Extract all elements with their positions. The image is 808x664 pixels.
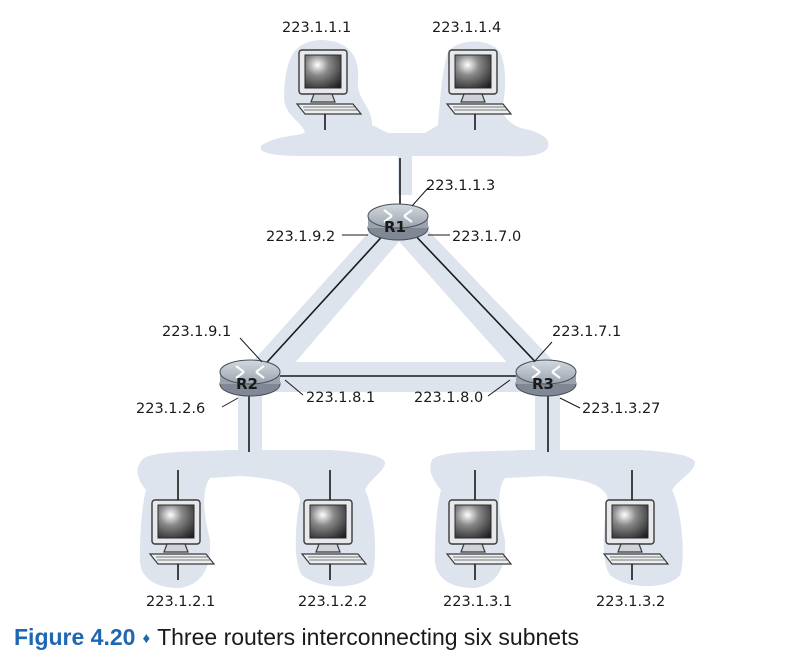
router-label-r1: R1	[384, 218, 406, 236]
interface-r1-lan: 223.1.1.3	[426, 178, 495, 194]
caption-text: Three routers interconnecting six subnet…	[157, 624, 579, 650]
interface-r3-to-r2: 223.1.8.0	[414, 390, 483, 406]
host-label: 223.1.2.2	[298, 594, 367, 610]
interface-r2-to-r3: 223.1.8.1	[306, 390, 375, 406]
link-r1-r2	[257, 229, 389, 373]
host-label: 223.1.1.4	[432, 20, 501, 36]
interface-r2-to-r1: 223.1.9.1	[162, 324, 231, 340]
interface-r1-to-r3: 223.1.7.0	[452, 229, 521, 245]
subnet-223-1-8	[268, 362, 538, 392]
links	[248, 158, 549, 452]
interface-r1-to-r2: 223.1.9.2	[266, 229, 335, 245]
interface-r3-lan: 223.1.3.27	[582, 401, 660, 417]
interface-r3-to-r1: 223.1.7.1	[552, 324, 621, 340]
figure-caption: Figure 4.20 ♦ Three routers interconnectin…	[14, 624, 579, 651]
router-label-r2: R2	[236, 375, 258, 393]
host-label: 223.1.3.2	[596, 594, 665, 610]
caption-separator: ♦	[142, 630, 151, 647]
host-label: 223.1.3.1	[443, 594, 512, 610]
host-label: 223.1.2.1	[146, 594, 215, 610]
host-label: 223.1.1.1	[282, 20, 351, 36]
network-diagram: R1 R2 R3 223.1.1.1 223.1.1.4 223.1.2.1 2…	[136, 20, 695, 610]
figure-label: Figure 4.20	[14, 624, 136, 650]
interface-r2-lan: 223.1.2.6	[136, 401, 205, 417]
link-r1-r3	[409, 229, 546, 373]
router-label-r3: R3	[532, 375, 554, 393]
